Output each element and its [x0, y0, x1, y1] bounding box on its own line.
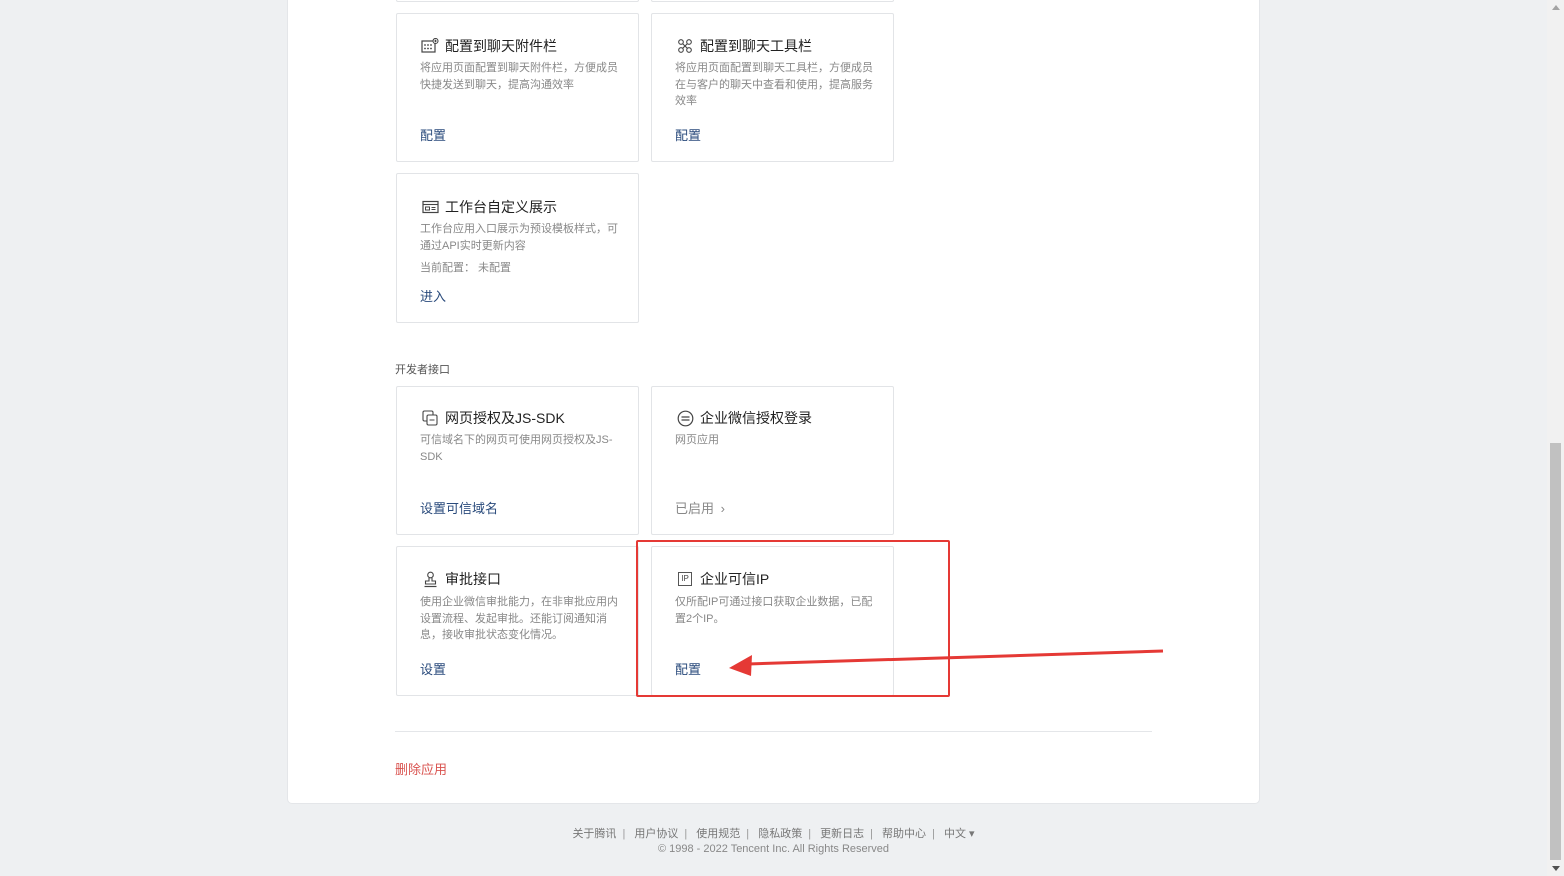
scroll-down-arrow-icon[interactable] — [1552, 866, 1560, 871]
card-title: 审批接口 — [445, 571, 501, 587]
toolbar-cross-icon — [676, 37, 694, 55]
enter-workbench-link[interactable]: 进入 — [420, 286, 446, 305]
card-title: 配置到聊天附件栏 — [445, 38, 557, 54]
section-divider — [395, 731, 1152, 732]
card-description: 将应用页面配置到聊天附件栏，方便成员快捷发送到聊天，提高沟通效率 — [420, 62, 618, 91]
card-approval-api: 审批接口 使用企业微信审批能力，在非审批应用内设置流程、发起审批。还能订阅通知消… — [396, 546, 639, 696]
card-description: 网页应用 — [675, 434, 719, 446]
card-description: 使用企业微信审批能力，在非审批应用内设置流程、发起审批。还能订阅通知消息，接收审… — [420, 596, 618, 641]
card-chat-toolbar: 配置到聊天工具栏 将应用页面配置到聊天工具栏，方便成员在与客户的聊天中查看和使用… — [651, 13, 894, 162]
approval-stamp-icon — [421, 570, 439, 588]
workbench-card-icon — [421, 198, 439, 216]
web-auth-icon — [421, 409, 439, 427]
footer-separator: | — [746, 828, 750, 840]
card-title: 企业微信授权登录 — [700, 410, 812, 426]
card-description: 仅所配IP可通过接口获取企业数据，已配置2个IP。 — [675, 596, 873, 625]
card-workbench-display: 工作台自定义展示 工作台应用入口展示为预设模板样式，可通过API实时更新内容 当… — [396, 173, 639, 323]
wecom-login-icon — [676, 409, 694, 427]
footer-separator: | — [932, 828, 935, 840]
language-label: 中文 — [943, 828, 966, 840]
set-approval-link[interactable]: 设置 — [420, 659, 446, 678]
configure-trusted-ip-link[interactable]: 配置 — [675, 659, 701, 678]
enabled-status-text: 已启用 — [675, 501, 715, 516]
footer-link-help-center[interactable]: 帮助中心 — [882, 828, 926, 840]
caret-down-icon: ▾ — [969, 828, 975, 840]
ip-badge-text: IP — [678, 572, 692, 586]
configure-chat-toolbar-link[interactable]: 配置 — [675, 125, 701, 144]
vertical-scrollbar[interactable] — [1547, 0, 1564, 876]
chevron-right-icon: › — [720, 501, 725, 516]
delete-app-link[interactable]: 删除应用 — [395, 759, 447, 778]
footer-link-about[interactable]: 关于腾讯 — [572, 828, 616, 840]
footer-link-usage-rules[interactable]: 使用规范 — [696, 828, 740, 840]
card-web-auth-jssdk: 网页授权及JS-SDK 可信域名下的网页可使用网页授权及JS-SDK 设置可信域… — [396, 386, 639, 535]
attachment-grid-icon — [421, 37, 439, 55]
card-description: 工作台应用入口展示为预设模板样式，可通过API实时更新内容 — [420, 223, 618, 252]
card-description: 可信域名下的网页可使用网页授权及JS-SDK — [420, 434, 613, 463]
card-title: 网页授权及JS-SDK — [445, 410, 565, 426]
footer-link-privacy[interactable]: 隐私政策 — [758, 828, 802, 840]
section-developer-api: 开发者接口 — [395, 364, 450, 376]
copyright-text: © 1998 - 2022 Tencent Inc. All Rights Re… — [657, 843, 890, 855]
card-chat-attachment: 配置到聊天附件栏 将应用页面配置到聊天附件栏，方便成员快捷发送到聊天，提高沟通效… — [396, 13, 639, 162]
current-config-status: 当前配置： 未配置 — [420, 262, 512, 274]
card-wecom-login: 企业微信授权登录 网页应用 已启用 › — [651, 386, 894, 535]
configure-chat-attachment-link[interactable]: 配置 — [420, 125, 446, 144]
wecom-login-enabled-link[interactable]: 已启用 › — [675, 498, 725, 517]
card-trusted-ip: IP 企业可信IP 仅所配IP可通过接口获取企业数据，已配置2个IP。 配置 — [651, 546, 894, 696]
footer-separator: | — [870, 828, 873, 840]
footer-separator: | — [622, 828, 626, 840]
footer-separator: | — [684, 828, 688, 840]
card-partial-top-left — [396, 0, 639, 2]
scrollbar-thumb[interactable] — [1550, 443, 1561, 860]
footer-separator: | — [808, 828, 812, 840]
card-title: 配置到聊天工具栏 — [700, 38, 812, 54]
footer-link-user-agreement[interactable]: 用户协议 — [634, 828, 678, 840]
scroll-up-arrow-icon[interactable] — [1552, 5, 1560, 10]
card-description: 将应用页面配置到聊天工具栏，方便成员在与客户的聊天中查看和使用，提高服务效率 — [675, 62, 873, 107]
set-trusted-domain-link[interactable]: 设置可信域名 — [420, 498, 498, 517]
language-selector[interactable]: 中文 ▾ — [944, 828, 975, 840]
card-title: 工作台自定义展示 — [445, 199, 557, 215]
footer-links: 关于腾讯 | 用户协议 | 使用规范 | 隐私政策 | 更新日志 | 帮助中心 | 中文 ▾ — [0, 825, 1547, 841]
card-partial-top-right — [651, 0, 894, 2]
card-title: 企业可信IP — [700, 571, 770, 587]
footer-link-changelog[interactable]: 更新日志 — [820, 828, 864, 840]
ip-badge-icon: IP — [676, 570, 694, 588]
